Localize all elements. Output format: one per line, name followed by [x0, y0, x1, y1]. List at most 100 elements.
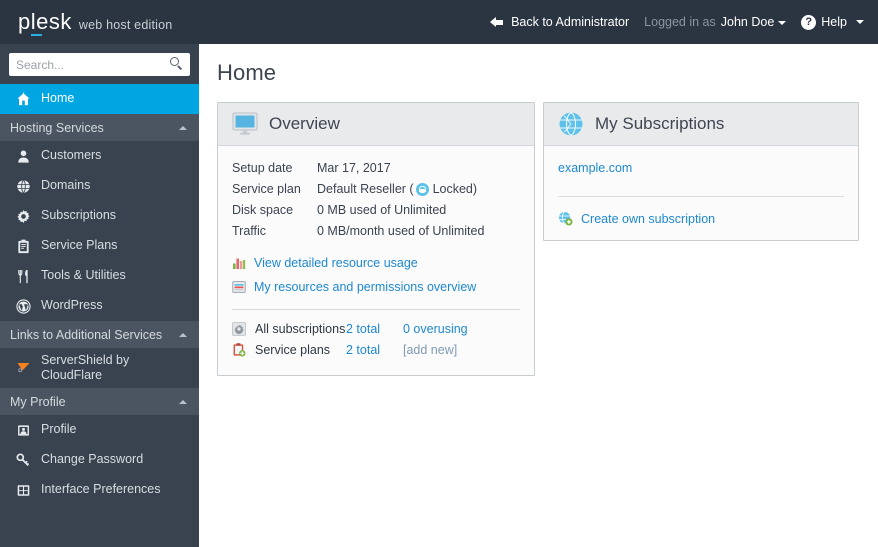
sidebar-item-service-plans[interactable]: Service Plans: [0, 231, 199, 261]
link-label: My resources and permissions overview: [254, 280, 477, 294]
add-globe-icon: [558, 211, 573, 226]
stat-row-service-plans: Service plans 2 total [add new]: [232, 340, 520, 361]
overview-row-value: Default Reseller ( Locked): [317, 179, 477, 200]
overview-row-key: Service plan: [232, 182, 301, 196]
chevron-up-icon: [179, 332, 187, 337]
sidebar-item-profile[interactable]: Profile: [0, 415, 199, 445]
my-resources-permissions-link[interactable]: My resources and permissions overview: [232, 275, 520, 299]
user-icon: [15, 148, 32, 165]
stat-add-new-link[interactable]: [add new]: [403, 342, 457, 359]
sidebar-search-wrap: [0, 44, 199, 84]
subscriptions-divider: [558, 196, 844, 197]
sidebar-item-interface-preferences[interactable]: Interface Preferences: [0, 475, 199, 505]
subscriptions-panel-title: My Subscriptions: [595, 114, 725, 133]
sidebar-group-label: My Profile: [10, 394, 66, 409]
dashboard-panels: Overview Setup date Mar 17, 2017 Service…: [217, 102, 860, 376]
sidebar-item-label: Domains: [41, 178, 91, 193]
subscriptions-icon: [232, 322, 248, 336]
sidebar-item-label: Tools & Utilities: [41, 268, 126, 283]
sidebar-item-wordpress[interactable]: WordPress: [0, 291, 199, 321]
plesk-logo[interactable]: plesk web host edition: [18, 9, 173, 36]
sidebar-item-tools-utilities[interactable]: Tools & Utilities: [0, 261, 199, 291]
overview-row-value: 0 MB/month used of Unlimited: [317, 224, 485, 238]
create-subscription-label: Create own subscription: [581, 211, 716, 226]
sidebar-item-customers[interactable]: Customers: [0, 141, 199, 171]
sidebar-item-change-password[interactable]: Change Password: [0, 445, 199, 475]
fork-knife-icon: [15, 268, 32, 285]
service-plan-name: Default Reseller (: [317, 182, 414, 196]
search-box[interactable]: [9, 53, 190, 76]
wordpress-icon: [15, 298, 32, 315]
subscriptions-panel-header: My Subscriptions: [544, 103, 858, 146]
link-label: View detailed resource usage: [254, 256, 418, 270]
search-icon: [170, 57, 184, 71]
service-plan-icon: [232, 343, 248, 357]
stat-extra-link[interactable]: 0 overusing: [403, 321, 468, 338]
stat-total-link[interactable]: 2 total: [346, 321, 403, 338]
chevron-down-icon: [856, 20, 864, 24]
bar-chart-icon: [232, 256, 246, 270]
subscriptions-panel-body: example.com Create own subscription: [544, 146, 858, 240]
overview-row-key: Disk space: [232, 203, 294, 217]
logo-wordmark: plesk: [18, 9, 72, 36]
overview-row-key: Traffic: [232, 224, 267, 238]
cloudflare-icon: [15, 360, 32, 377]
sidebar-group-label: Links to Additional Services: [10, 327, 163, 342]
sidebar-group-links-additional-services[interactable]: Links to Additional Services: [0, 321, 199, 348]
my-subscriptions-panel: My Subscriptions example.com Create own …: [543, 102, 859, 241]
help-label: Help: [821, 15, 847, 29]
overview-row-disk-space: Disk space 0 MB used of Unlimited: [232, 200, 520, 221]
key-icon: [15, 452, 32, 469]
home-icon: [15, 91, 32, 108]
create-own-subscription-link[interactable]: Create own subscription: [558, 211, 844, 226]
sidebar-group-my-profile[interactable]: My Profile: [0, 388, 199, 415]
logged-in-as-block[interactable]: Logged in as John Doe: [644, 15, 787, 29]
subscription-item-link[interactable]: example.com: [558, 158, 844, 178]
search-input[interactable]: [9, 54, 190, 75]
view-detailed-resource-usage-link[interactable]: View detailed resource usage: [232, 251, 520, 275]
chevron-up-icon: [179, 125, 187, 130]
sidebar-item-label: ServerShield by CloudFlare: [41, 352, 130, 382]
overview-row-value: Mar 17, 2017: [317, 161, 391, 175]
logo-edition-label: web host edition: [78, 18, 173, 32]
logo-accent-underline: [31, 34, 42, 36]
top-header-bar: plesk web host edition Back to Administr…: [0, 0, 878, 44]
sidebar-item-label: Change Password: [41, 452, 144, 467]
sidebar-item-domains[interactable]: Domains: [0, 171, 199, 201]
sidebar-item-label: Customers: [41, 148, 102, 163]
sidebar-item-label: Interface Preferences: [41, 482, 161, 497]
grid-icon: [15, 482, 32, 499]
arrow-left-icon: [490, 16, 504, 28]
overview-panel-header: Overview: [218, 103, 534, 146]
stat-label: Service plans: [255, 343, 331, 357]
sidebar-item-label: Service Plans: [41, 238, 118, 253]
globe-icon: [15, 178, 32, 195]
help-menu[interactable]: ? Help: [801, 14, 864, 30]
gear-icon: [15, 208, 32, 225]
logo-text: plesk: [18, 9, 72, 34]
sidebar-item-label: Home: [41, 91, 75, 106]
sidebar-group-label: Hosting Services: [10, 120, 104, 135]
overview-row-value: 0 MB used of Unlimited: [317, 203, 447, 217]
username-label: John Doe: [720, 15, 775, 29]
clipboard-icon: [15, 238, 32, 255]
stat-label: All subscriptions: [255, 322, 346, 336]
back-to-administrator-link[interactable]: Back to Administrator: [490, 15, 629, 29]
sidebar-item-servershield-cloudflare[interactable]: ServerShield by CloudFlare: [0, 348, 199, 388]
sidebar-item-subscriptions[interactable]: Subscriptions: [0, 201, 199, 231]
sidebar-item-home[interactable]: Home: [0, 84, 199, 114]
stat-total-link[interactable]: 2 total: [346, 342, 403, 359]
report-icon: [232, 280, 246, 294]
header-actions: Back to Administrator Logged in as John D…: [490, 14, 864, 30]
sidebar-group-hosting-services[interactable]: Hosting Services: [0, 114, 199, 141]
monitor-icon: [232, 112, 258, 136]
overview-row-key: Setup date: [232, 161, 293, 175]
overview-panel-title: Overview: [269, 114, 340, 133]
chevron-down-icon: [778, 20, 787, 25]
sidebar-item-label: Subscriptions: [41, 208, 117, 223]
globe-blue-icon: [558, 111, 584, 137]
sidebar-item-label: Profile: [41, 422, 77, 437]
back-to-administrator-label: Back to Administrator: [511, 15, 630, 29]
question-mark-icon: ?: [801, 14, 817, 30]
overview-links: View detailed resource usage My resource…: [232, 251, 520, 299]
